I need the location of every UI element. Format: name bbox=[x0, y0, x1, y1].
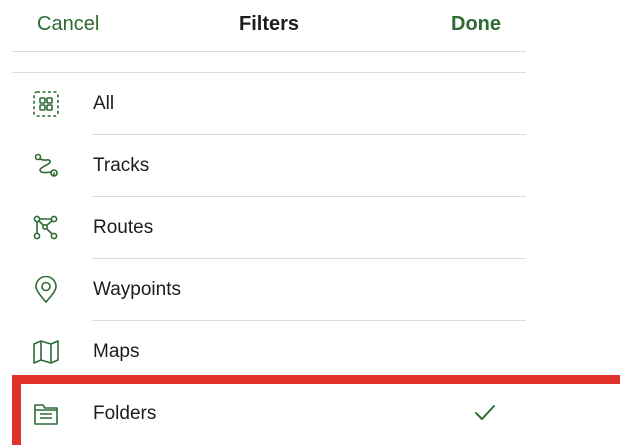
grid-dashed-icon bbox=[32, 90, 60, 118]
nav-bar: Cancel Filters Done bbox=[12, 0, 526, 52]
filter-row-all[interactable]: All bbox=[12, 73, 526, 135]
filter-row-routes[interactable]: Routes bbox=[12, 197, 526, 259]
page-title: Filters bbox=[238, 13, 300, 35]
filter-label: Waypoints bbox=[93, 279, 181, 300]
filter-label: Maps bbox=[93, 341, 140, 362]
folded-map-icon bbox=[32, 338, 60, 366]
route-nodes-icon bbox=[32, 214, 60, 242]
filter-row-maps[interactable]: Maps bbox=[12, 321, 526, 383]
map-pin-icon bbox=[32, 276, 60, 304]
filter-row-folders[interactable]: Folders bbox=[12, 383, 526, 445]
track-path-icon bbox=[32, 152, 60, 180]
filter-label: All bbox=[93, 93, 115, 114]
filter-label: Tracks bbox=[93, 155, 150, 176]
checkmark-icon bbox=[472, 400, 498, 426]
done-button[interactable]: Done bbox=[451, 12, 501, 36]
filter-label: Folders bbox=[93, 403, 157, 424]
filter-row-tracks[interactable]: Tracks bbox=[12, 135, 526, 197]
filter-row-waypoints[interactable]: Waypoints bbox=[12, 259, 526, 321]
folder-icon bbox=[32, 400, 60, 428]
filter-label: Routes bbox=[93, 217, 154, 238]
